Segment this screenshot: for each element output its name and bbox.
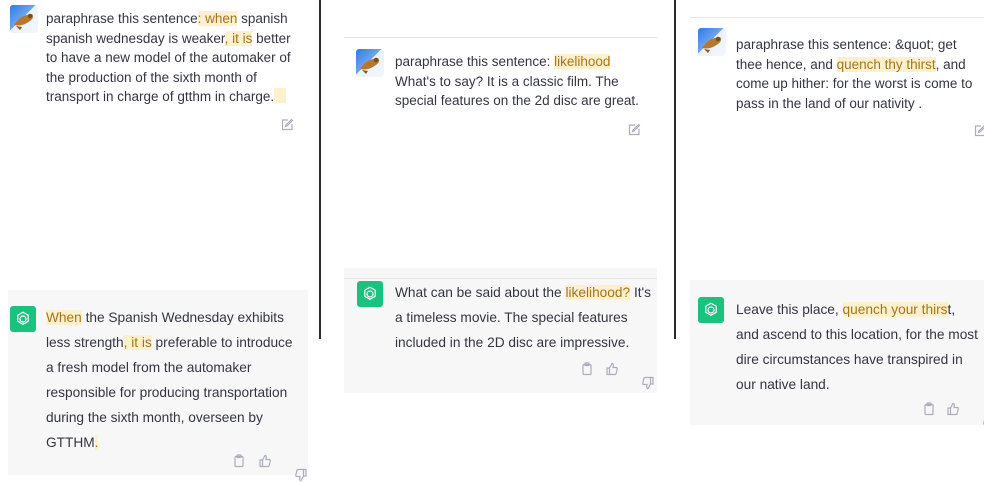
- user-message-text: paraphrase this sentence: when spanish s…: [46, 9, 296, 107]
- edit-icon[interactable]: [280, 118, 294, 132]
- text-span: preferable to introduce a fresh model fr…: [46, 335, 293, 450]
- thumbs-down-icon[interactable]: [280, 454, 307, 482]
- highlighted-span: likelihood: [554, 54, 611, 69]
- highlighted-span: , it is: [224, 30, 253, 46]
- thumbs-up-icon[interactable]: [946, 402, 960, 416]
- assistant-message-text: When the Spanish Wednesday exhibits less…: [46, 305, 301, 455]
- highlighted-span: , it is: [123, 335, 152, 350]
- text-span: Leave this place,: [736, 302, 843, 317]
- thumbs-down-icon[interactable]: [968, 402, 984, 430]
- chatgpt-logo-icon: [698, 297, 724, 323]
- text-span: What can be said about the: [395, 285, 566, 300]
- thumbs-up-icon[interactable]: [605, 362, 619, 376]
- highlighted-span: quench your thirs: [842, 302, 948, 317]
- chat-panel-3: paraphrase this sentence: &quot; get the…: [690, 0, 984, 430]
- user-message-text: paraphrase this sentence: &quot; get the…: [736, 35, 984, 113]
- chat-panel-2: paraphrase this sentence: likelihood Wha…: [344, 0, 657, 393]
- text-span: What's to say? It is a classic film. The…: [395, 73, 639, 109]
- chatgpt-logo-icon: [357, 281, 383, 307]
- highlighted-span: [274, 88, 287, 103]
- user-avatar: [698, 28, 726, 56]
- highlighted-span: : when: [197, 11, 238, 26]
- user-avatar: [10, 5, 38, 33]
- assistant-message: Leave this place, quench your thirst, an…: [690, 280, 984, 430]
- thumbs-up-icon[interactable]: [258, 454, 272, 468]
- user-message: paraphrase this sentence: &quot; get the…: [690, 18, 984, 146]
- assistant-message-text: What can be said about the likelihood? I…: [395, 280, 651, 355]
- assistant-message-text: Leave this place, quench your thirst, an…: [736, 297, 980, 397]
- message-separator: [344, 278, 657, 279]
- assistant-message: What can be said about the likelihood? I…: [344, 268, 657, 393]
- text-span: paraphrase this sentence: [46, 11, 198, 26]
- user-message: paraphrase this sentence: likelihood Wha…: [344, 38, 657, 153]
- chatgpt-logo-icon: [10, 306, 36, 332]
- assistant-message: When the Spanish Wednesday exhibits less…: [8, 290, 308, 482]
- user-avatar: [356, 49, 384, 77]
- edit-icon[interactable]: [973, 124, 984, 138]
- copy-icon[interactable]: [580, 362, 594, 376]
- copy-icon[interactable]: [232, 454, 246, 468]
- panel-divider: [319, 0, 321, 339]
- edit-icon[interactable]: [627, 123, 641, 137]
- user-message-text: paraphrase this sentence: likelihood Wha…: [395, 52, 651, 111]
- chat-panel-1: paraphrase this sentence: when spanish s…: [8, 0, 308, 482]
- panel-divider: [674, 0, 676, 339]
- highlighted-span: When: [46, 310, 82, 325]
- text-span: paraphrase this sentence:: [395, 54, 555, 69]
- highlighted-span: .: [94, 435, 99, 450]
- highlighted-span: quench thy thirst: [836, 56, 936, 72]
- highlighted-span: likelihood?: [565, 285, 631, 300]
- thumbs-down-icon[interactable]: [627, 362, 654, 390]
- copy-icon[interactable]: [922, 402, 936, 416]
- user-message: paraphrase this sentence: when spanish s…: [8, 0, 308, 145]
